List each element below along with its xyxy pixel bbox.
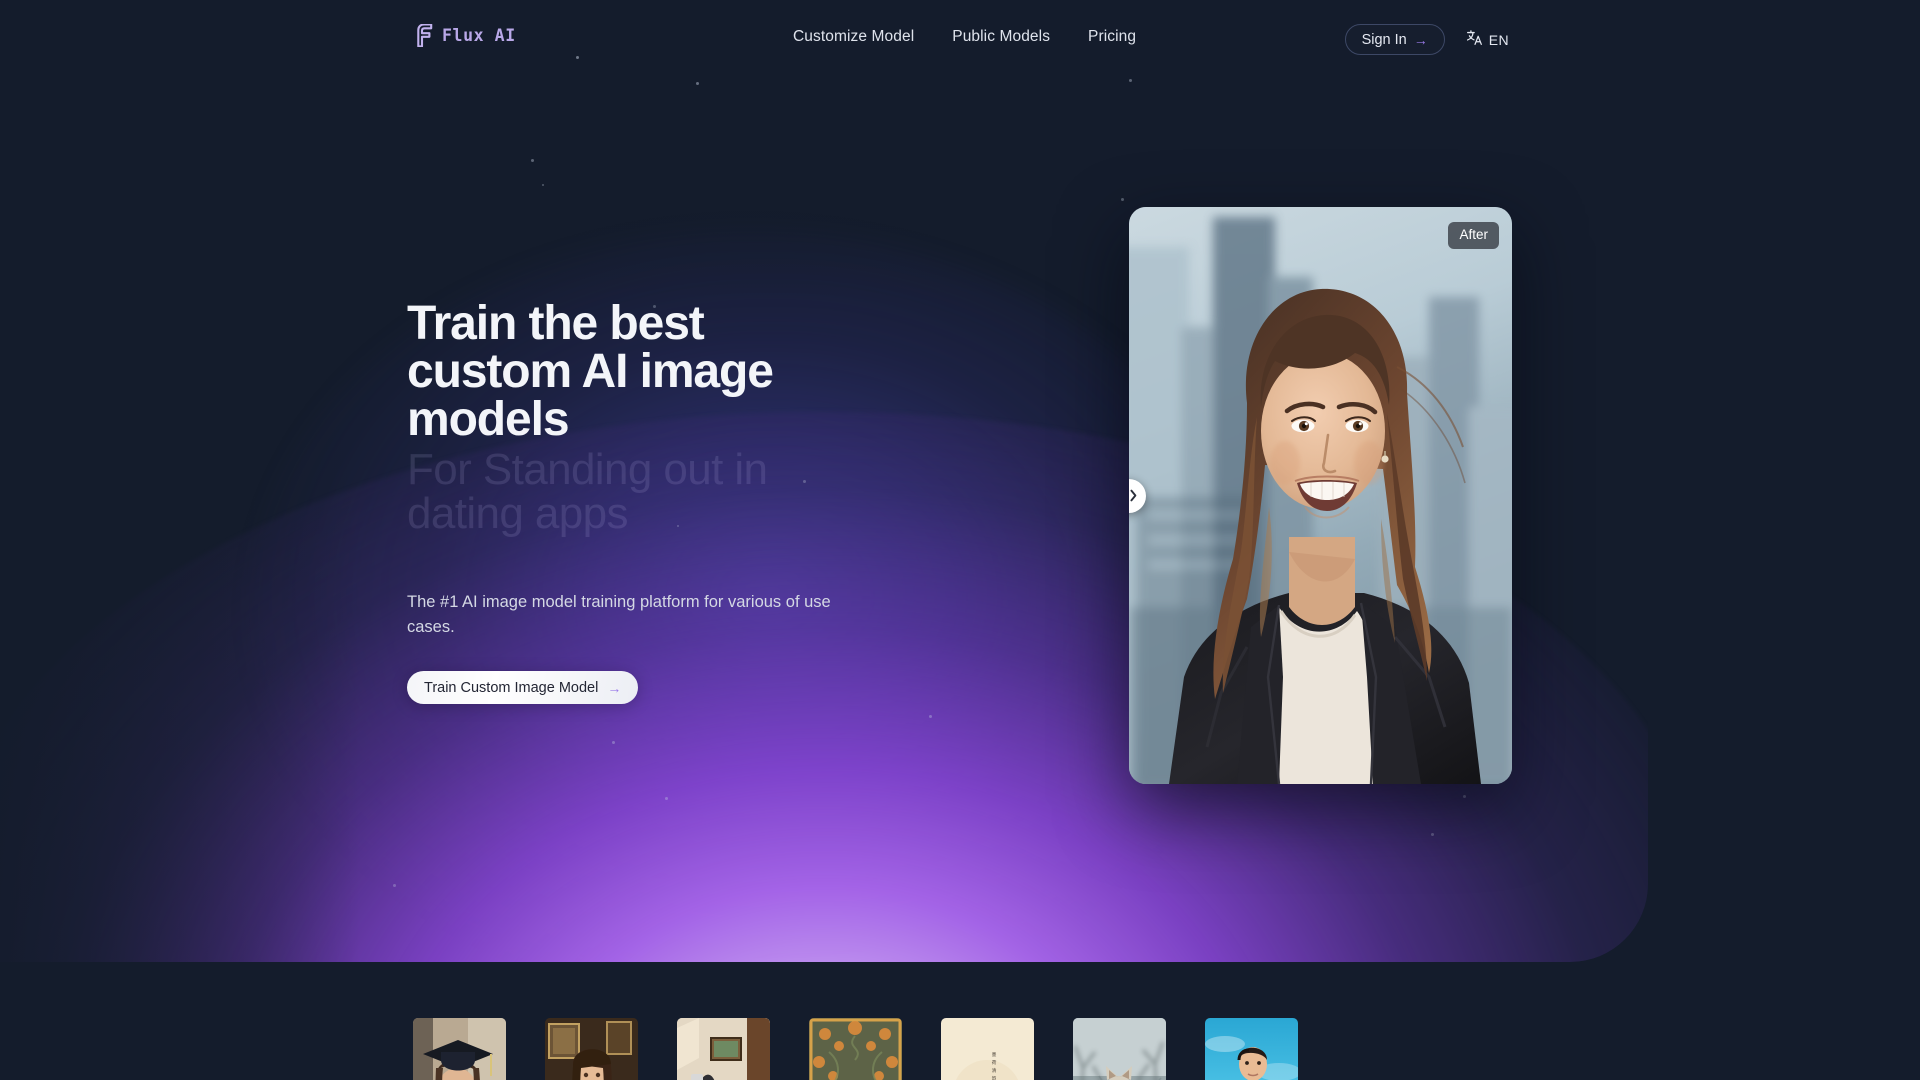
sign-in-label: Sign In [1361, 31, 1407, 48]
svg-text:荷: 荷 [992, 1059, 997, 1066]
nav-customize-model[interactable]: Customize Model [793, 28, 914, 46]
hero-subtext: The #1 AI image model training platform … [407, 593, 831, 637]
nav-pricing[interactable]: Pricing [1088, 28, 1136, 46]
arrow-right-icon: → [1413, 31, 1428, 48]
svg-text:墨: 墨 [992, 1052, 997, 1058]
thumbnail-graduate[interactable] [413, 1018, 506, 1080]
after-badge: After [1448, 222, 1499, 249]
thumbnail-cat-ornate[interactable] [809, 1018, 902, 1080]
train-custom-image-model-button[interactable]: Train Custom Image Model → [407, 671, 639, 705]
thumbnail-portrait-indoor[interactable] [545, 1018, 638, 1080]
cta-label: Train Custom Image Model [424, 679, 599, 696]
thumbnail-cat-knight[interactable] [1073, 1018, 1166, 1080]
thumbnail-cat-selfie[interactable] [677, 1018, 770, 1080]
thumbnail-ink-lotus[interactable]: 墨 荷 清 韵 图 [941, 1018, 1034, 1080]
language-code: EN [1488, 31, 1509, 48]
nav-public-models[interactable]: Public Models [952, 28, 1050, 46]
after-photo [1129, 207, 1512, 784]
brand-name: Flux AI [442, 26, 516, 45]
svg-text:清: 清 [992, 1067, 997, 1074]
brand-logo[interactable]: Flux AI [414, 23, 516, 48]
sign-in-button[interactable]: Sign In → [1344, 24, 1445, 55]
hero-rotating-headline: For Standing out in dating apps [407, 445, 768, 538]
hero-copy: Train the best custom AI image models Fo… [407, 297, 877, 705]
arrow-right-icon: → [607, 679, 622, 696]
thumbnail-superhero[interactable] [1205, 1018, 1298, 1080]
page-root: Flux AI Customize Model Public Models Pr… [0, 0, 1920, 1080]
hero-headline: Train the best custom AI image models [407, 297, 774, 446]
flux-f-logo-icon [414, 23, 433, 48]
gallery-thumbnail-strip: 墨 荷 清 韵 图 [0, 1018, 1920, 1080]
header-actions: Sign In → EN [1344, 24, 1509, 55]
site-header: Flux AI Customize Model Public Models Pr… [0, 0, 1920, 76]
translate-icon [1466, 29, 1483, 51]
language-selector[interactable]: EN [1466, 29, 1509, 51]
main-nav: Customize Model Public Models Pricing [793, 28, 1136, 46]
before-after-compare-card[interactable]: After [1129, 207, 1512, 784]
